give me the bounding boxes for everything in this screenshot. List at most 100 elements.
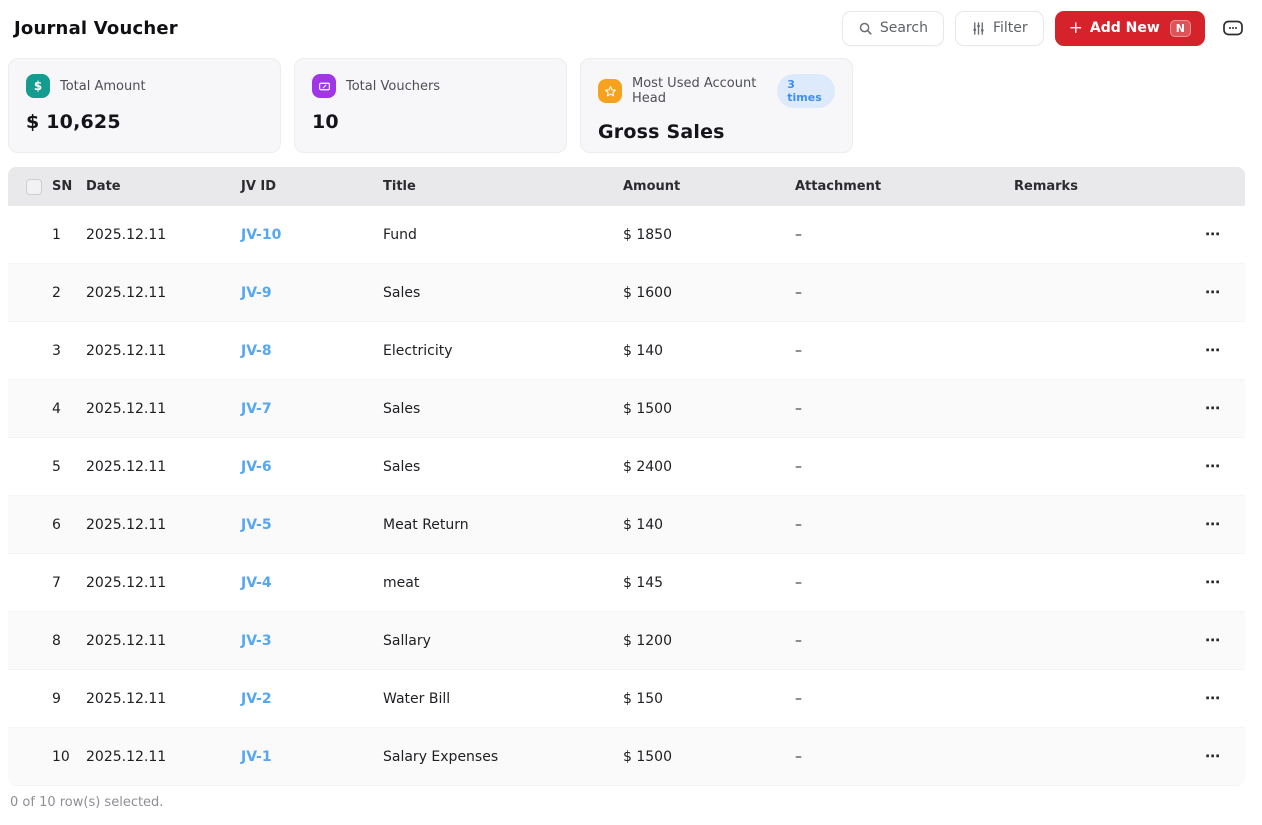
cell-jv-id: JV-6 xyxy=(241,459,383,475)
cell-actions: ⋯ xyxy=(1180,343,1245,359)
table-row[interactable]: 8 2025.12.11 JV-3 Sallary $ 1200 – ⋯ xyxy=(8,612,1245,670)
cell-actions: ⋯ xyxy=(1180,749,1245,765)
cell-jv-id: JV-2 xyxy=(241,691,383,707)
row-actions-button[interactable]: ⋯ xyxy=(1205,227,1221,242)
cell-attachment: – xyxy=(795,517,1014,533)
cell-attachment: – xyxy=(795,401,1014,417)
table-row[interactable]: 1 2025.12.11 JV-10 Fund $ 1850 – ⋯ xyxy=(8,206,1245,264)
cell-amount: $ 145 xyxy=(623,575,795,591)
stat-card-total-amount: $ Total Amount $ 10,625 xyxy=(8,58,281,153)
cell-title: meat xyxy=(383,575,623,591)
add-new-button[interactable]: + Add New N xyxy=(1055,11,1205,46)
filter-button[interactable]: Filter xyxy=(955,11,1044,46)
table-row[interactable]: 7 2025.12.11 JV-4 meat $ 145 – ⋯ xyxy=(8,554,1245,612)
col-header-date: Date xyxy=(86,179,241,194)
table-row[interactable]: 2 2025.12.11 JV-9 Sales $ 1600 – ⋯ xyxy=(8,264,1245,322)
jv-id-link[interactable]: JV-6 xyxy=(241,459,272,475)
jv-id-link[interactable]: JV-10 xyxy=(241,227,281,243)
col-header-attachment: Attachment xyxy=(795,179,1014,194)
cell-attachment: – xyxy=(795,459,1014,475)
cell-attachment: – xyxy=(795,691,1014,707)
row-actions-button[interactable]: ⋯ xyxy=(1205,401,1221,416)
table-row[interactable]: 3 2025.12.11 JV-8 Electricity $ 140 – ⋯ xyxy=(8,322,1245,380)
search-button[interactable]: Search xyxy=(842,11,944,46)
selection-status: 0 of 10 row(s) selected. xyxy=(10,795,1262,810)
more-options-button[interactable] xyxy=(1222,18,1244,38)
stat-card-value: 10 xyxy=(312,111,549,133)
cell-title: Sales xyxy=(383,401,623,417)
usage-count-badge: 3 times xyxy=(777,74,835,108)
stat-card-label: Total Vouchers xyxy=(346,79,440,94)
jv-id-link[interactable]: JV-3 xyxy=(241,633,272,649)
jv-id-link[interactable]: JV-9 xyxy=(241,285,272,301)
col-header-remarks: Remarks xyxy=(1014,179,1180,194)
row-actions-button[interactable]: ⋯ xyxy=(1205,749,1221,764)
jv-id-link[interactable]: JV-4 xyxy=(241,575,272,591)
cell-jv-id: JV-9 xyxy=(241,285,383,301)
row-actions-button[interactable]: ⋯ xyxy=(1205,691,1221,706)
cell-date: 2025.12.11 xyxy=(86,459,241,475)
voucher-ticket-icon xyxy=(312,74,336,98)
row-actions-button[interactable]: ⋯ xyxy=(1205,633,1221,648)
row-actions-button[interactable]: ⋯ xyxy=(1205,285,1221,300)
cell-title: Sallary xyxy=(383,633,623,649)
cell-sn: 8 xyxy=(52,633,86,649)
cell-title: Water Bill xyxy=(383,691,623,707)
cell-actions: ⋯ xyxy=(1180,227,1245,243)
row-actions-button[interactable]: ⋯ xyxy=(1205,575,1221,590)
cell-attachment: – xyxy=(795,343,1014,359)
row-actions-button[interactable]: ⋯ xyxy=(1205,459,1221,474)
cell-sn: 9 xyxy=(52,691,86,707)
cell-amount: $ 2400 xyxy=(623,459,795,475)
cell-jv-id: JV-5 xyxy=(241,517,383,533)
col-header-amount: Amount xyxy=(623,179,795,194)
cell-attachment: – xyxy=(795,749,1014,765)
stat-card-label: Total Amount xyxy=(60,79,146,94)
cell-title: Salary Expenses xyxy=(383,749,623,765)
cell-jv-id: JV-3 xyxy=(241,633,383,649)
jv-id-link[interactable]: JV-1 xyxy=(241,749,272,765)
ellipsis-box-icon xyxy=(1222,18,1244,38)
search-icon xyxy=(858,21,873,36)
stat-card-label: Most Used Account Head xyxy=(632,76,765,106)
topbar-actions: Search Filter + Add New N xyxy=(842,11,1244,46)
cell-amount: $ 140 xyxy=(623,517,795,533)
cell-actions: ⋯ xyxy=(1180,459,1245,475)
table-row[interactable]: 10 2025.12.11 JV-1 Salary Expenses $ 150… xyxy=(8,728,1245,786)
table-row[interactable]: 4 2025.12.11 JV-7 Sales $ 1500 – ⋯ xyxy=(8,380,1245,438)
stat-card-value: Gross Sales xyxy=(598,121,835,143)
cell-title: Meat Return xyxy=(383,517,623,533)
table-row[interactable]: 5 2025.12.11 JV-6 Sales $ 2400 – ⋯ xyxy=(8,438,1245,496)
header-checkbox-cell xyxy=(8,179,52,195)
select-all-checkbox[interactable] xyxy=(26,179,42,195)
row-actions-button[interactable]: ⋯ xyxy=(1205,343,1221,358)
jv-id-link[interactable]: JV-2 xyxy=(241,691,272,707)
add-new-button-label: Add New xyxy=(1090,20,1160,36)
cell-date: 2025.12.11 xyxy=(86,517,241,533)
col-header-jv-id: JV ID xyxy=(241,179,383,194)
stat-card-header: $ Total Amount xyxy=(26,74,263,98)
cell-amount: $ 150 xyxy=(623,691,795,707)
cell-sn: 2 xyxy=(52,285,86,301)
table-row[interactable]: 9 2025.12.11 JV-2 Water Bill $ 150 – ⋯ xyxy=(8,670,1245,728)
cell-amount: $ 1850 xyxy=(623,227,795,243)
cell-title: Fund xyxy=(383,227,623,243)
stat-card-header: Total Vouchers xyxy=(312,74,549,98)
filter-button-label: Filter xyxy=(993,20,1028,36)
cell-sn: 3 xyxy=(52,343,86,359)
cell-date: 2025.12.11 xyxy=(86,401,241,417)
stat-card-value: $ 10,625 xyxy=(26,111,263,133)
cell-date: 2025.12.11 xyxy=(86,343,241,359)
cell-actions: ⋯ xyxy=(1180,633,1245,649)
row-actions-button[interactable]: ⋯ xyxy=(1205,517,1221,532)
jv-id-link[interactable]: JV-5 xyxy=(241,517,272,533)
jv-id-link[interactable]: JV-8 xyxy=(241,343,272,359)
cell-date: 2025.12.11 xyxy=(86,227,241,243)
table-row[interactable]: 6 2025.12.11 JV-5 Meat Return $ 140 – ⋯ xyxy=(8,496,1245,554)
cell-attachment: – xyxy=(795,575,1014,591)
col-header-title: Title xyxy=(383,179,623,194)
cell-attachment: – xyxy=(795,227,1014,243)
jv-id-link[interactable]: JV-7 xyxy=(241,401,272,417)
cell-actions: ⋯ xyxy=(1180,517,1245,533)
cell-sn: 7 xyxy=(52,575,86,591)
